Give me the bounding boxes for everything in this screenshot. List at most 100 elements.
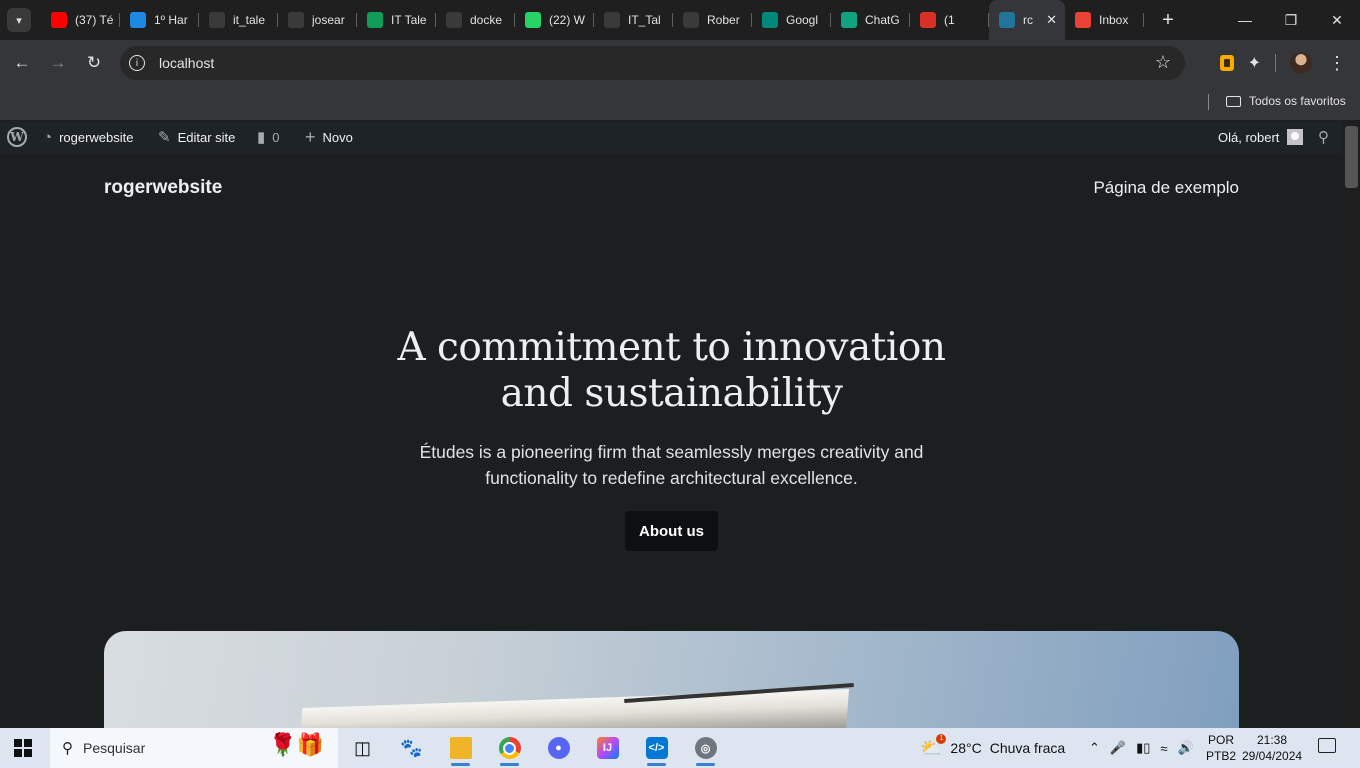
scrollbar-thumb[interactable] (1345, 126, 1358, 188)
wp-edit-site-link[interactable]: ✎ Editar site (158, 121, 235, 153)
gmail-icon (1075, 12, 1091, 28)
tab[interactable]: 1º Har (120, 0, 199, 40)
google-meet-icon (762, 12, 778, 28)
search-icon: ⚲ (62, 740, 73, 757)
wordpress-logo-icon: W (7, 127, 27, 147)
wifi-icon[interactable]: ≈ (1160, 741, 1167, 756)
system-tray: ⌃ 🎤 ▮▯ ≈ 🔊 (1084, 728, 1199, 768)
input-language[interactable]: POR PTB2 (1206, 732, 1236, 764)
building-roof-shape (299, 689, 849, 728)
back-arrow-icon[interactable]: ← (4, 45, 40, 81)
site-info-icon[interactable]: i (129, 55, 145, 71)
tab[interactable]: Googl (752, 0, 831, 40)
tab[interactable]: (1 (910, 0, 989, 40)
tab-active[interactable]: rc ✕ (989, 0, 1065, 40)
tab[interactable]: (22) W (515, 0, 594, 40)
wp-logo-menu[interactable]: W (7, 121, 27, 153)
tab[interactable]: IT Tale (357, 0, 436, 40)
wp-account-menu[interactable]: Olá, robert (1218, 121, 1304, 153)
jetbrains-icon[interactable]: IJ (583, 728, 632, 768)
chrome-icon[interactable] (485, 728, 534, 768)
browser-tab-strip: ▾ (37) Té 1º Har it_tale josear IT Tale docke… (0, 0, 1360, 40)
weather-widget[interactable]: ⛅ 1 28°C Chuva fraca (920, 728, 1065, 768)
wp-site-name-menu[interactable]: ◔ rogerwebsite (43, 121, 134, 153)
notification-icon[interactable] (1318, 738, 1336, 753)
wp-search-button[interactable]: ⚲ (1318, 121, 1336, 153)
all-bookmarks-label: Todos os favoritos (1249, 94, 1346, 108)
vscode-icon[interactable]: </> (632, 728, 681, 768)
hero-building-image (104, 631, 1239, 728)
task-view-icon[interactable]: ◫ (338, 728, 387, 768)
microphone-icon[interactable]: 🎤 (1110, 740, 1126, 756)
speaker-icon[interactable]: 🔊 (1178, 740, 1194, 756)
address-bar[interactable]: i localhost ☆ (120, 46, 1185, 80)
rain-cloud-icon: ⛅ 1 (920, 733, 947, 759)
extension-icon[interactable] (1219, 55, 1234, 71)
app-icon[interactable]: ◎ (681, 728, 730, 768)
tab-list: (37) Té 1º Har it_tale josear IT Tale docke (2… (41, 0, 1144, 40)
taskbar-search[interactable]: ⚲ Pesquisar 🌹🎁 (50, 728, 338, 768)
wordpress-icon (999, 12, 1015, 28)
tab-title: josear (312, 13, 345, 27)
clock-date: 29/04/2024 (1242, 749, 1303, 763)
extensions-puzzle-icon[interactable]: ✦ (1248, 53, 1261, 73)
weather-temperature: 28°C (950, 740, 982, 756)
url-text[interactable]: localhost (159, 55, 214, 71)
close-tab-icon[interactable]: ✕ (1046, 12, 1057, 28)
tab-title: Googl (786, 13, 819, 27)
new-tab-button[interactable]: + (1156, 9, 1180, 32)
discord-icon[interactable]: ● (534, 728, 583, 768)
file-explorer-icon[interactable] (436, 728, 485, 768)
taskbar-search-placeholder: Pesquisar (83, 740, 146, 756)
tab-title: IT_Tal (628, 13, 661, 27)
browser-toolbar: ← → ↻ i localhost ☆ ✦ ⋮ (0, 40, 1360, 86)
gimp-icon[interactable]: 🐾 (387, 728, 436, 768)
all-bookmarks-folder[interactable]: Todos os favoritos (1226, 94, 1346, 108)
tab[interactable]: Inbox (1065, 0, 1144, 40)
tab-title: docke (470, 13, 503, 27)
about-us-button[interactable]: About us (625, 511, 718, 551)
reload-icon[interactable]: ↻ (76, 45, 112, 81)
bookmark-star-icon[interactable]: ☆ (1155, 52, 1171, 73)
tab[interactable]: docke (436, 0, 515, 40)
tab[interactable]: IT_Tal (594, 0, 673, 40)
bookmarks-bar: Todos os favoritos (0, 86, 1360, 120)
tab[interactable]: ChatG (831, 0, 910, 40)
minimize-icon[interactable]: — (1222, 0, 1268, 40)
tab[interactable]: Rober (673, 0, 752, 40)
github-icon (683, 12, 699, 28)
tab-title: Rober (707, 13, 740, 27)
tab[interactable]: it_tale (199, 0, 278, 40)
folder-icon (1226, 95, 1241, 107)
hero-description-line-1: Études is a pioneering firm that seamles… (419, 442, 924, 462)
window-controls: — ❐ ✕ (1222, 0, 1360, 40)
browser-menu-icon[interactable]: ⋮ (1328, 53, 1346, 74)
bookmarks-divider (1208, 94, 1209, 110)
plus-icon: + (305, 126, 316, 147)
restore-icon[interactable]: ❐ (1268, 0, 1314, 40)
hero-description: Études is a pioneering firm that seamles… (0, 439, 1343, 491)
hero-description-line-2: functionality to redefine architectural … (485, 468, 858, 488)
whatsapp-icon (525, 12, 541, 28)
dashboard-icon: ◔ (43, 128, 53, 146)
language-code: POR (1208, 733, 1235, 747)
tab-search-button[interactable]: ▾ (7, 8, 31, 32)
tab[interactable]: (37) Té (41, 0, 120, 40)
hero-heading: A commitment to innovation and sustainab… (0, 325, 1343, 417)
profile-avatar[interactable] (1290, 52, 1312, 74)
windows-start-icon[interactable] (14, 739, 32, 757)
page-scrollbar[interactable] (1343, 121, 1360, 728)
site-title[interactable]: rogerwebsite (104, 177, 222, 199)
forward-arrow-icon[interactable]: → (40, 45, 76, 81)
user-avatar-icon (1287, 129, 1304, 145)
github-icon (288, 12, 304, 28)
taskbar-clock[interactable]: 21:38 29/04/2024 (1242, 732, 1302, 764)
close-icon[interactable]: ✕ (1314, 0, 1360, 40)
tab[interactable]: josear (278, 0, 357, 40)
battery-icon[interactable]: ▮▯ (1136, 740, 1150, 756)
chevron-up-icon[interactable]: ⌃ (1089, 740, 1100, 756)
wp-new-menu[interactable]: + Novo (305, 121, 353, 153)
wp-comments-link[interactable]: ▮ 0 (257, 121, 280, 153)
wp-site-name: rogerwebsite (59, 129, 134, 145)
nav-link-sample-page[interactable]: Página de exemplo (1093, 178, 1239, 198)
